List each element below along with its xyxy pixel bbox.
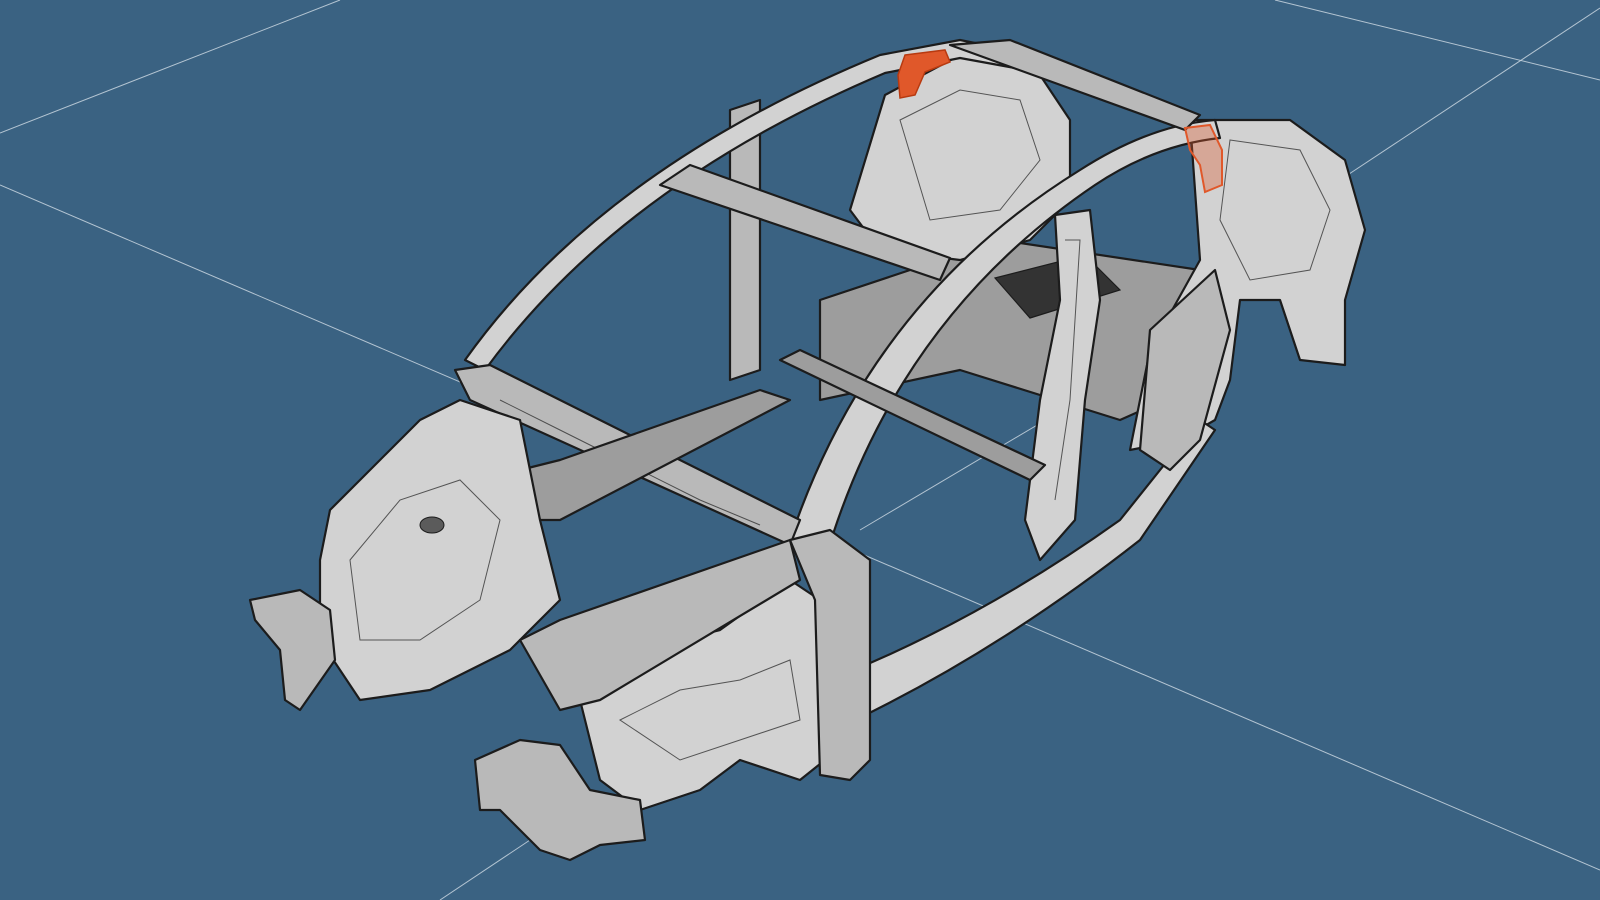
far-crash-bracket[interactable]	[248, 588, 337, 712]
car-body-model[interactable]	[248, 38, 1367, 862]
grid-line	[1339, 7, 1600, 181]
far-shock-tower[interactable]	[318, 398, 562, 702]
3d-viewport[interactable]	[0, 0, 1600, 900]
grid-line	[0, 0, 341, 134]
3d-scene[interactable]	[0, 0, 1600, 900]
shock-tower-hole	[419, 516, 445, 534]
